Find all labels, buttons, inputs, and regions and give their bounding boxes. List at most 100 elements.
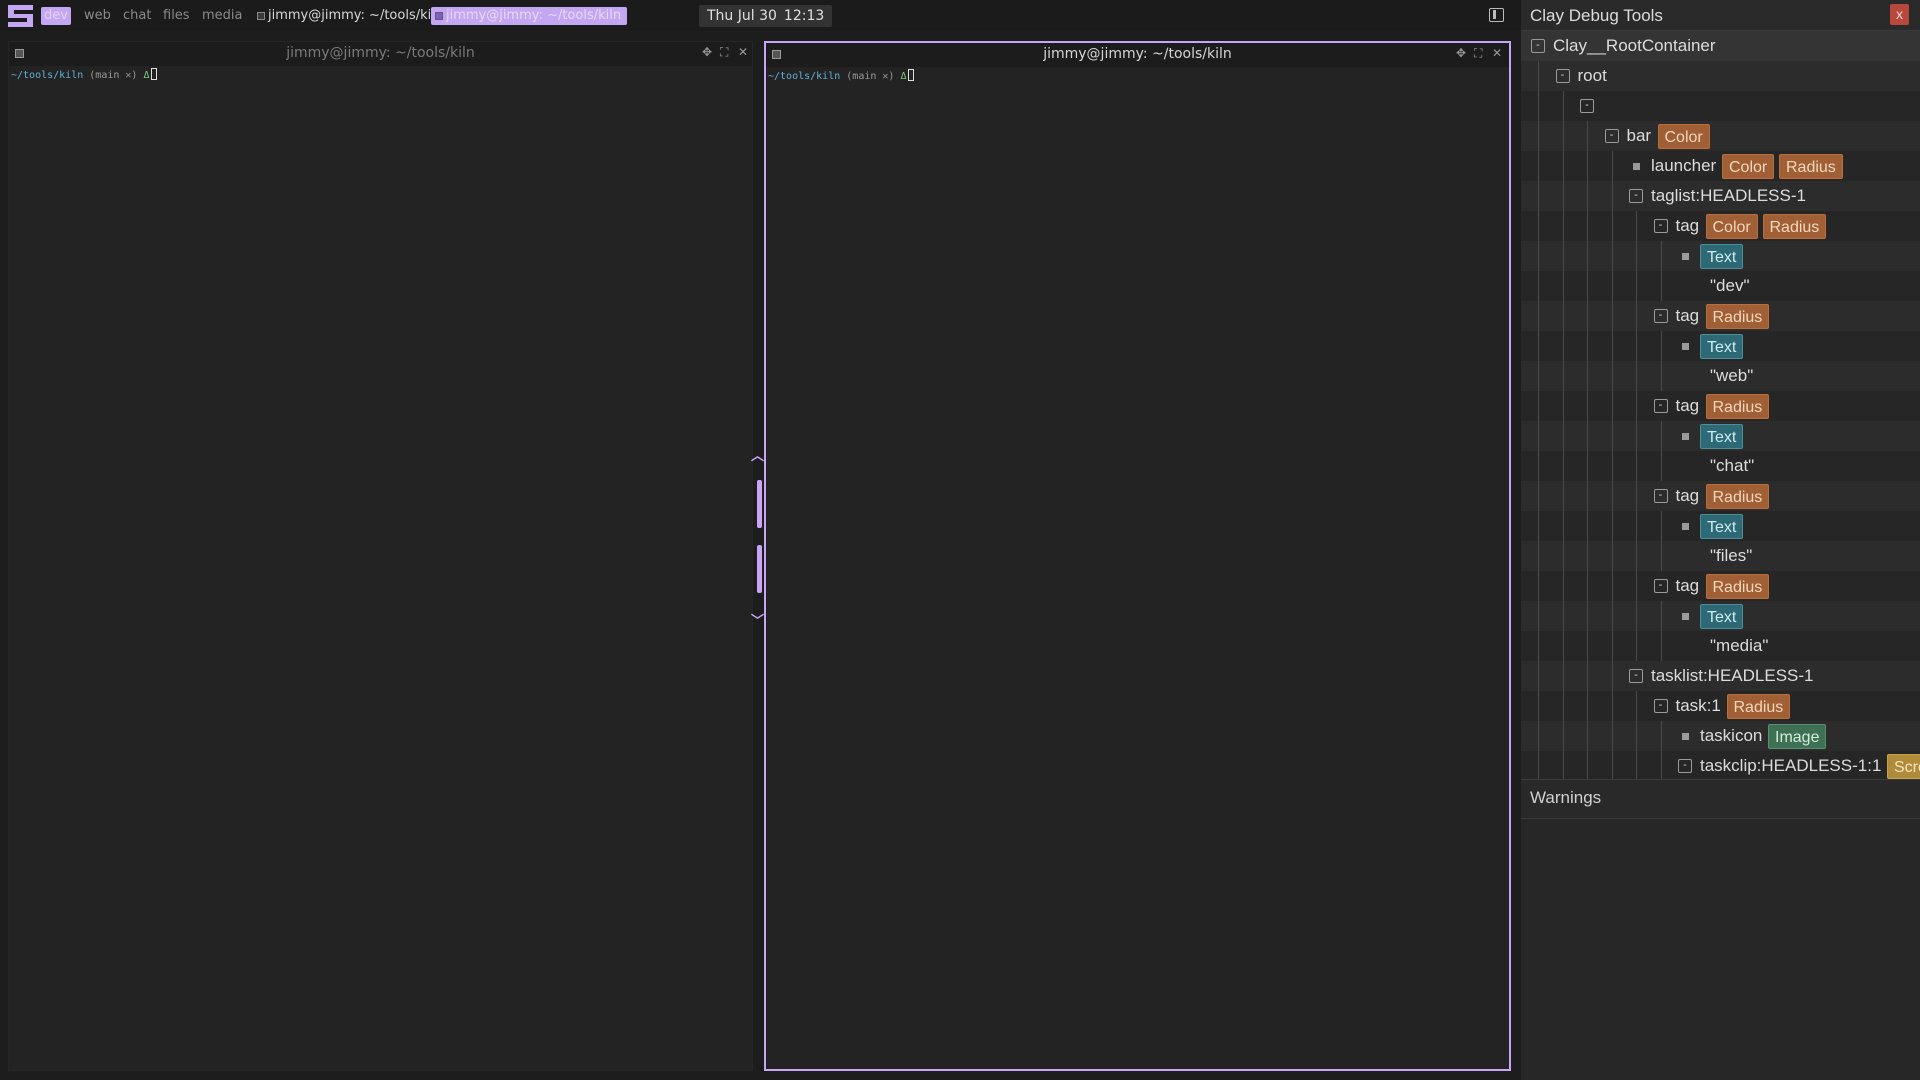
- tree-row[interactable]: - tasklist:HEADLESS-1: [1521, 661, 1920, 691]
- collapse-toggle-icon[interactable]: -: [1555, 69, 1570, 83]
- move-icon[interactable]: ✥: [1456, 46, 1466, 60]
- tree-row[interactable]: - bar Color: [1521, 121, 1920, 151]
- tree-row[interactable]: Text: [1521, 421, 1920, 451]
- collapse-toggle-icon[interactable]: -: [1604, 129, 1619, 143]
- element-id: taskicon: [1700, 726, 1763, 745]
- tree-guide-line: [1562, 91, 1564, 121]
- tree-guide-line: [1562, 211, 1564, 241]
- tree-row[interactable]: - tag Radius: [1521, 301, 1920, 331]
- tree-row[interactable]: - tag Radius: [1521, 391, 1920, 421]
- tree-row[interactable]: taskicon Image: [1521, 721, 1920, 751]
- tree-guide-line: [1538, 91, 1539, 121]
- tree-guide-line: [1587, 361, 1588, 391]
- collapse-toggle-icon[interactable]: -: [1531, 39, 1545, 53]
- tree-row[interactable]: - root: [1521, 61, 1920, 91]
- tree-row[interactable]: - tag Color Radius: [1521, 211, 1920, 241]
- task-button[interactable]: jimmy@jimmy: ~/tools/kiln: [431, 7, 628, 25]
- badge-text: Text: [1700, 244, 1744, 269]
- collapse-toggle-icon[interactable]: -: [1653, 219, 1668, 233]
- tree-guide-line: [1611, 361, 1613, 391]
- close-icon[interactable]: ✕: [1492, 46, 1502, 60]
- terminal-content[interactable]: ~/tools/kiln (main ✕) Δ: [768, 69, 914, 82]
- tree-guide-line: [1587, 541, 1588, 571]
- tree-guide-line: [1562, 301, 1564, 331]
- tree-row[interactable]: - Clay__RootContainer: [1521, 31, 1920, 61]
- tree-row[interactable]: launcher Color Radius: [1521, 151, 1920, 181]
- text-content: "chat": [1710, 456, 1755, 475]
- tree-row[interactable]: "dev": [1521, 271, 1920, 301]
- tree-row[interactable]: -taskclip:HEADLESS-1:1 Scroll: [1521, 751, 1920, 779]
- tree-guide-line: [1636, 541, 1637, 571]
- tree-guide-line: [1562, 181, 1564, 211]
- tree-row[interactable]: "web": [1521, 361, 1920, 391]
- terminal-content[interactable]: ~/tools/kiln (main ✕) Δ: [11, 68, 157, 81]
- tree-guide-line: [1562, 241, 1564, 271]
- close-button[interactable]: x: [1890, 4, 1909, 25]
- tree-guide-line: [1660, 451, 1662, 481]
- collapse-toggle-icon[interactable]: -: [1653, 309, 1668, 323]
- tree-row[interactable]: Text: [1521, 601, 1920, 631]
- tree-row[interactable]: "media": [1521, 631, 1920, 661]
- tree-guide-line: [1636, 601, 1637, 631]
- tree-row[interactable]: -: [1521, 91, 1920, 121]
- collapse-toggle-icon[interactable]: -: [1653, 489, 1668, 503]
- close-icon[interactable]: ✕: [738, 45, 748, 59]
- leaf-node-icon: [1682, 613, 1689, 620]
- tree-row[interactable]: Text: [1521, 511, 1920, 541]
- tree-row[interactable]: Text: [1521, 241, 1920, 271]
- tree-guide-line: [1587, 331, 1588, 361]
- tag-files[interactable]: files: [160, 7, 193, 25]
- tag-media[interactable]: media: [199, 7, 246, 25]
- terminal-title: jimmy@jimmy: ~/tools/kiln: [1043, 46, 1232, 62]
- maximize-icon[interactable]: ⛶: [1474, 46, 1482, 61]
- task-button[interactable]: jimmy@jimmy: ~/tools/kiln: [253, 7, 443, 25]
- tree-row[interactable]: - tag Radius: [1521, 571, 1920, 601]
- tree-guide-line: [1660, 241, 1662, 271]
- tree-guide-line: [1611, 271, 1613, 301]
- tree-guide-line: [1538, 61, 1539, 91]
- clay-debug-panel: Clay Debug Tools x - Clay__RootContainer -…: [1521, 0, 1920, 1080]
- badge-radius: Radius: [1705, 574, 1770, 599]
- split-resize-handle[interactable]: ︿ ﹀: [750, 445, 766, 635]
- badge-radius: Radius: [1762, 214, 1827, 239]
- tree-row[interactable]: Text: [1521, 331, 1920, 361]
- maximize-icon[interactable]: ⛶: [720, 45, 728, 60]
- collapse-toggle-icon[interactable]: -: [1678, 759, 1692, 773]
- terminal-window-right[interactable]: jimmy@jimmy: ~/tools/kiln ✥ ⛶ ✕ ~/tools/…: [764, 41, 1511, 1071]
- prompt-cwd: ~/tools/kiln: [11, 70, 84, 81]
- launcher-logo-icon[interactable]: [6, 3, 35, 29]
- collapse-toggle-icon[interactable]: -: [1580, 99, 1594, 113]
- tree-row[interactable]: "files": [1521, 541, 1920, 571]
- tree-guide-line: [1587, 421, 1588, 451]
- tree-row[interactable]: "chat": [1521, 451, 1920, 481]
- tree-guide-line: [1562, 541, 1564, 571]
- collapse-toggle-icon[interactable]: -: [1653, 579, 1668, 593]
- tree-row[interactable]: - task:1 Radius: [1521, 691, 1920, 721]
- tag-web[interactable]: web: [81, 7, 114, 25]
- collapse-toggle-icon[interactable]: -: [1653, 699, 1668, 713]
- element-tree[interactable]: - Clay__RootContainer - root - - bar Color launc…: [1521, 31, 1920, 779]
- tree-guide-line: [1636, 241, 1637, 271]
- tree-guide-line: [1587, 511, 1588, 541]
- move-icon[interactable]: ✥: [702, 45, 712, 59]
- text-content: "dev": [1710, 276, 1750, 295]
- collapse-toggle-icon[interactable]: -: [1629, 189, 1643, 203]
- tag-chat[interactable]: chat: [120, 7, 154, 25]
- terminal-window-left[interactable]: jimmy@jimmy: ~/tools/kiln ✥ ⛶ ✕ ~/tools/…: [8, 41, 753, 1071]
- collapse-toggle-icon[interactable]: -: [1653, 399, 1668, 413]
- text-content: "files": [1710, 546, 1753, 565]
- terminal-titlebar[interactable]: jimmy@jimmy: ~/tools/kiln ✥ ⛶ ✕: [766, 43, 1509, 67]
- clock[interactable]: Thu Jul 30 12:13: [699, 5, 833, 27]
- tag-dev[interactable]: dev: [41, 7, 71, 25]
- tree-guide-line: [1636, 211, 1637, 241]
- tree-row[interactable]: - taglist:HEADLESS-1: [1521, 181, 1920, 211]
- task-title: jimmy@jimmy: ~/tools/kiln: [446, 8, 622, 23]
- layout-toggle-icon[interactable]: [1489, 8, 1504, 22]
- tree-guide-line: [1587, 241, 1588, 271]
- terminal-titlebar[interactable]: jimmy@jimmy: ~/tools/kiln ✥ ⛶ ✕: [9, 42, 752, 66]
- tree-guide-line: [1611, 721, 1613, 751]
- collapse-toggle-icon[interactable]: -: [1629, 669, 1643, 683]
- leaf-node-icon: [1633, 163, 1640, 170]
- tree-row[interactable]: - tag Radius: [1521, 481, 1920, 511]
- element-id: tag: [1675, 216, 1700, 235]
